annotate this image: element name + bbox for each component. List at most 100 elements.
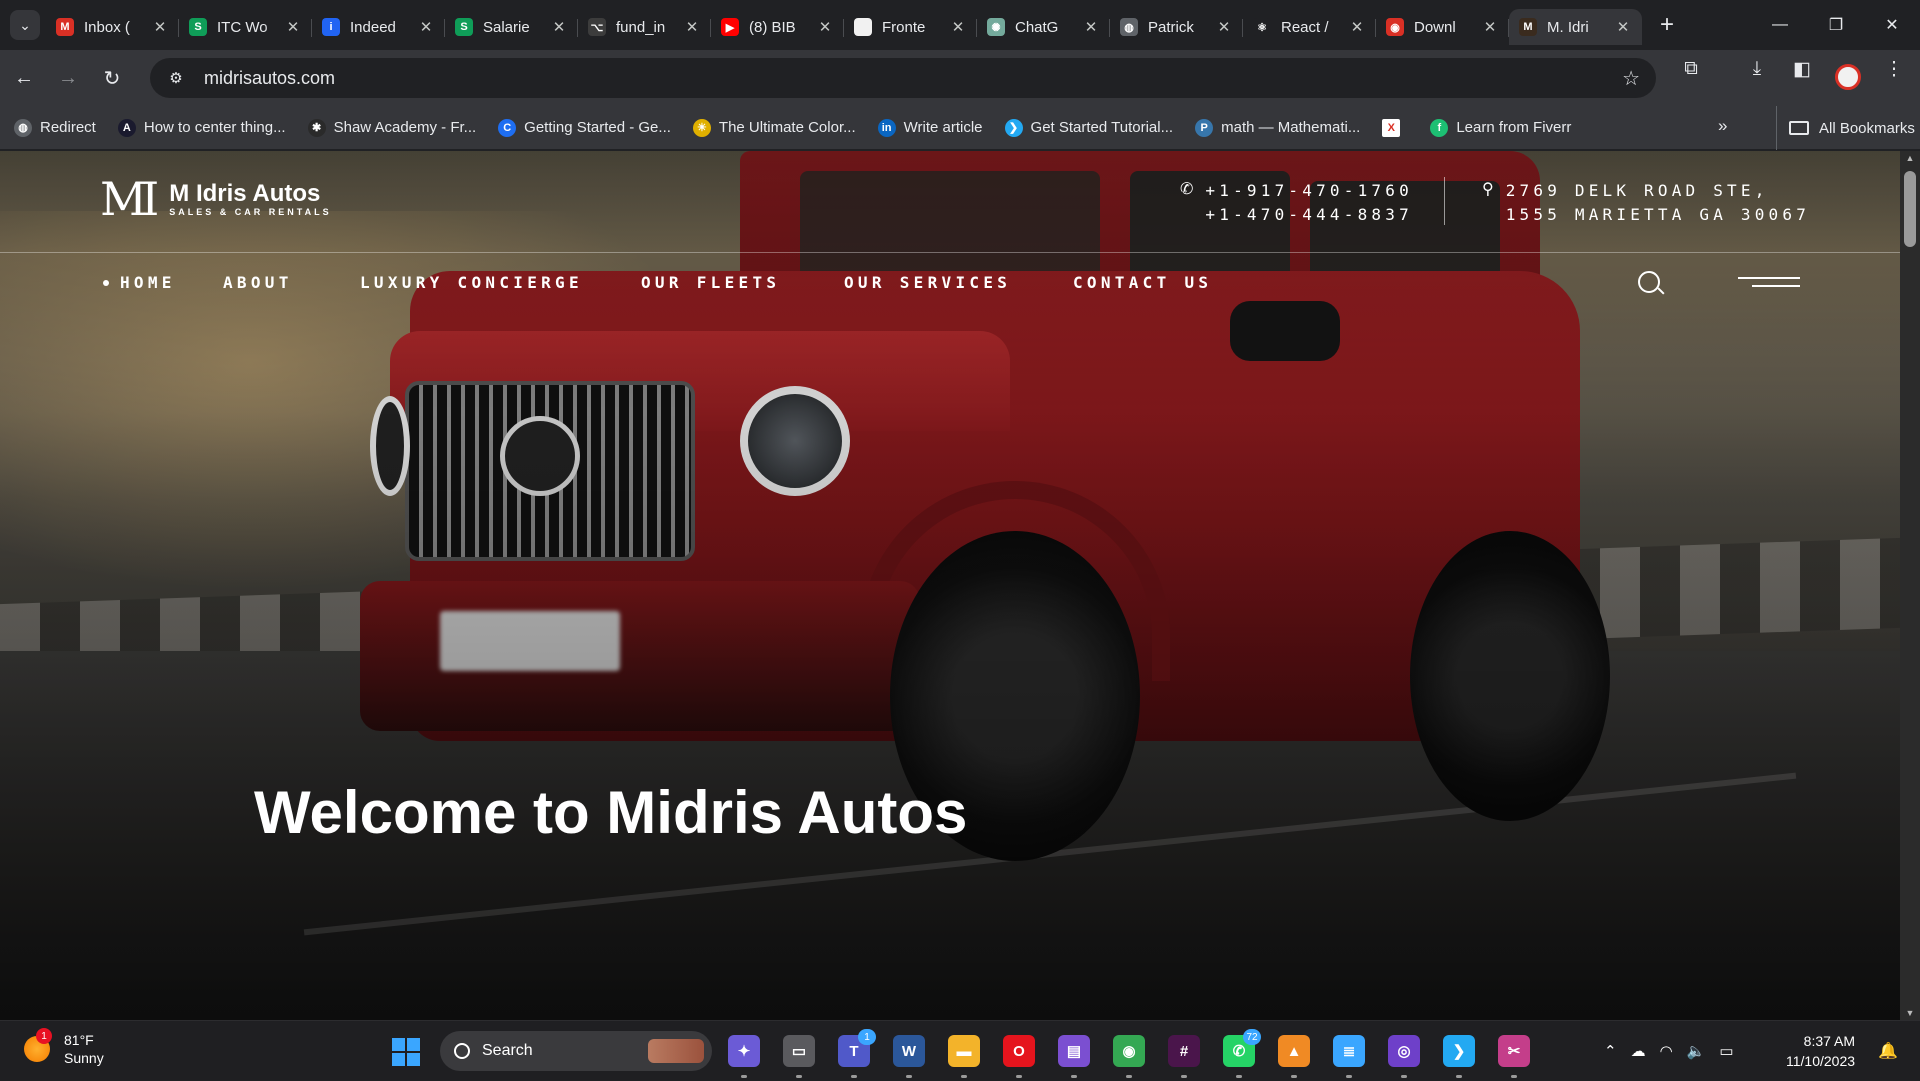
site-search-icon[interactable] — [1638, 271, 1660, 293]
url-text[interactable]: midrisautos.com — [204, 68, 335, 89]
onedrive-icon[interactable]: ☁ — [1631, 1042, 1646, 1060]
vscode-icon[interactable]: ❯ — [1443, 1035, 1475, 1067]
bookmark-item[interactable]: X — [1382, 118, 1408, 137]
tab-close-icon[interactable]: ✕ — [284, 18, 302, 36]
wifi-icon[interactable]: ◠ — [1660, 1042, 1673, 1060]
running-indicator — [1071, 1075, 1077, 1078]
github-desktop-icon[interactable]: ◎ — [1388, 1035, 1420, 1067]
tab-close-icon[interactable]: ✕ — [1614, 18, 1632, 36]
bookmark-item[interactable]: ◍ Redirect — [14, 118, 96, 137]
nav-contact-us[interactable]: CONTACT US — [1073, 273, 1212, 292]
phone-number-2[interactable]: +1-470-444-8837 — [1205, 203, 1413, 227]
phone-number-1[interactable]: +1-917-470-1760 — [1205, 179, 1413, 203]
chrome-icon[interactable]: ◉ — [1113, 1035, 1145, 1067]
header-divider — [1444, 177, 1445, 225]
windows-start-icon[interactable] — [392, 1038, 420, 1066]
tab[interactable]: Fronte ✕ — [844, 9, 977, 45]
battery-icon[interactable]: ▭ — [1719, 1042, 1733, 1060]
tab-close-icon[interactable]: ✕ — [550, 18, 568, 36]
nav-our-services[interactable]: OUR SERVICES — [844, 273, 1011, 292]
new-tab-button[interactable]: + — [1652, 11, 1682, 39]
extensions-icon[interactable]: ⧉ — [1673, 58, 1709, 80]
nav-luxury-concierge[interactable]: LUXURY CONCIERGE — [360, 273, 583, 292]
tab[interactable]: ▶ (8) BIB ✕ — [711, 9, 844, 45]
tab[interactable]: S Salarie ✕ — [445, 9, 578, 45]
volume-icon[interactable]: 🔈 — [1687, 1042, 1706, 1060]
tab-active[interactable]: M M. Idri ✕ — [1509, 9, 1642, 45]
notepad-icon[interactable]: ≣ — [1333, 1035, 1365, 1067]
tab-close-icon[interactable]: ✕ — [1082, 18, 1100, 36]
tab-title: Salarie — [483, 18, 530, 36]
weather-widget[interactable]: 1 81°F Sunny — [24, 1028, 104, 1067]
tab-close-icon[interactable]: ✕ — [816, 18, 834, 36]
back-button[interactable]: ← — [4, 58, 44, 98]
tab[interactable]: ◉ Downl ✕ — [1376, 9, 1509, 45]
tray-overflow-icon[interactable]: ⌃ — [1604, 1042, 1617, 1060]
scroll-down-arrow-icon[interactable]: ▼ — [1900, 1008, 1920, 1018]
tab-close-icon[interactable]: ✕ — [683, 18, 701, 36]
side-panel-icon[interactable]: ◧ — [1784, 58, 1820, 81]
tab[interactable]: ⌥ fund_in ✕ — [578, 9, 711, 45]
snipping-tool-icon[interactable]: ✂ — [1498, 1035, 1530, 1067]
tab[interactable]: i Indeed ✕ — [312, 9, 445, 45]
scroll-up-arrow-icon[interactable]: ▲ — [1900, 153, 1920, 163]
reload-button[interactable]: ↻ — [92, 58, 132, 98]
tab[interactable]: ◍ Patrick ✕ — [1110, 9, 1243, 45]
bookmark-item[interactable]: ❯ Get Started Tutorial... — [1004, 118, 1173, 137]
opera-icon[interactable]: O — [1003, 1035, 1035, 1067]
taskbar-search[interactable]: Search — [440, 1031, 712, 1071]
notification-bell-icon[interactable]: 🔔 — [1878, 1041, 1898, 1061]
bookmark-item[interactable]: ✱ Shaw Academy - Fr... — [307, 118, 476, 137]
bookmark-item[interactable]: C Getting Started - Ge... — [498, 118, 671, 137]
all-bookmarks-button[interactable]: All Bookmarks — [1776, 106, 1915, 150]
nav-about[interactable]: ABOUT — [223, 273, 293, 292]
bookmark-star-icon[interactable]: ☆ — [1622, 66, 1640, 91]
tab-close-icon[interactable]: ✕ — [1215, 18, 1233, 36]
address-bar[interactable]: ⚙ midrisautos.com ☆ — [150, 58, 1656, 98]
download-icon[interactable]: ⤓ — [1739, 58, 1775, 80]
minimize-icon[interactable]: — — [1752, 0, 1808, 50]
tab-search-button[interactable]: ⌄ — [10, 10, 40, 40]
page-scrollbar[interactable]: ▲ ▼ — [1900, 151, 1920, 1020]
nav-our-fleets[interactable]: OUR FLEETS — [641, 273, 780, 292]
tab[interactable]: ✺ ChatG ✕ — [977, 9, 1110, 45]
bookmark-item[interactable]: Pmath — Mathemati... — [1195, 118, 1360, 137]
more-bookmarks-chevron-icon[interactable]: » — [1718, 116, 1727, 136]
bookmark-item[interactable]: A How to center thing... — [117, 118, 286, 137]
github-icon: ⌥ — [588, 18, 606, 36]
copilot-icon[interactable]: ✦ — [728, 1035, 760, 1067]
python-icon: P — [1195, 118, 1214, 137]
menu-dots-icon[interactable]: ⋮ — [1876, 58, 1912, 81]
slack-icon[interactable]: # — [1168, 1035, 1200, 1067]
tab[interactable]: M Inbox (✕ — [46, 9, 179, 45]
forward-arrow-icon: → — [58, 66, 78, 89]
bookmark-label: Redirect — [40, 119, 96, 136]
hamburger-menu-icon[interactable] — [1738, 277, 1800, 289]
file-explorer-icon[interactable]: ▬ — [948, 1035, 980, 1067]
bookmark-item[interactable]: in Write article — [877, 118, 983, 137]
clock[interactable]: 8:37 AM 11/10/2023 — [1786, 1031, 1855, 1071]
bookmark-item[interactable]: f Learn from Fiverr — [1430, 118, 1571, 137]
vlc-icon[interactable]: ▲ — [1278, 1035, 1310, 1067]
tab-close-icon[interactable]: ✕ — [1481, 18, 1499, 36]
tab-close-icon[interactable]: ✕ — [151, 18, 169, 36]
running-indicator — [1126, 1075, 1132, 1078]
tab-close-icon[interactable]: ✕ — [949, 18, 967, 36]
word-icon[interactable]: W — [893, 1035, 925, 1067]
tab[interactable]: ⚛ React / ✕ — [1243, 9, 1376, 45]
clipchamp-icon[interactable]: ▤ — [1058, 1035, 1090, 1067]
forward-button[interactable]: → — [48, 58, 88, 98]
window-controls: — ❐ ✕ — [1752, 0, 1920, 50]
nav-home[interactable]: HOME — [120, 273, 176, 292]
site-info-icon[interactable]: ⚙ — [162, 69, 190, 87]
tab-close-icon[interactable]: ✕ — [417, 18, 435, 36]
close-window-icon[interactable]: ✕ — [1864, 0, 1920, 50]
tab[interactable]: S ITC Wo ✕ — [179, 9, 312, 45]
bookmark-item[interactable]: ☀ The Ultimate Color... — [692, 118, 856, 137]
restore-icon[interactable]: ❐ — [1808, 0, 1864, 50]
site-logo[interactable]: MI M Idris Autos SALES & CAR RENTALS — [100, 176, 332, 222]
profile-avatar[interactable] — [1835, 64, 1861, 90]
scroll-thumb[interactable] — [1904, 171, 1916, 247]
task-view-icon[interactable]: ▭ — [783, 1035, 815, 1067]
tab-close-icon[interactable]: ✕ — [1348, 18, 1366, 36]
